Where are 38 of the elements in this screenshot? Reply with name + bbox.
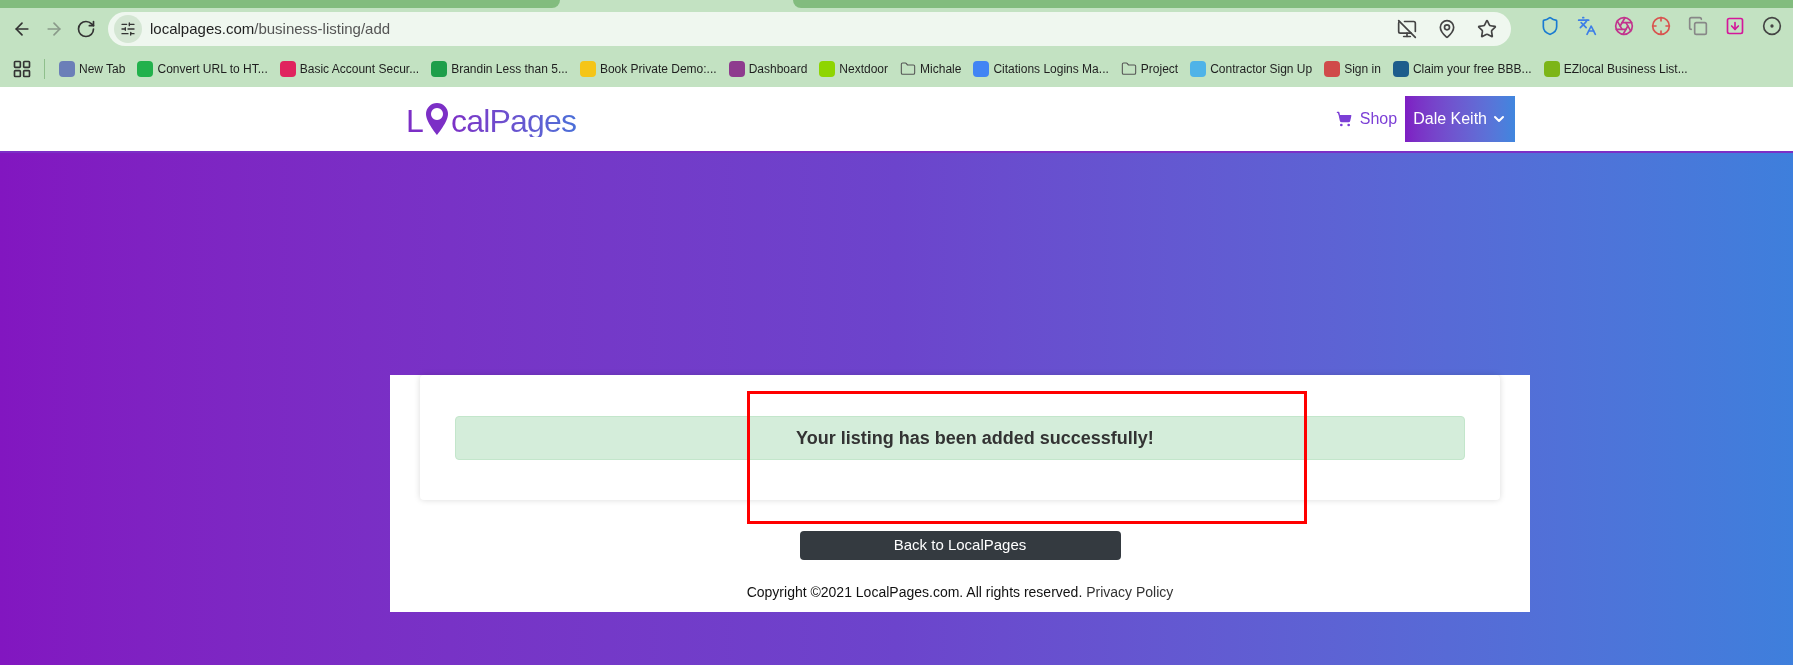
crosshair-icon[interactable] [1651,16,1671,36]
map-pin-icon [424,101,450,137]
bookmark-star-icon[interactable] [1477,19,1497,39]
bookmark-item[interactable]: Brandin Less than 5... [425,54,574,83]
bookmark-item[interactable]: Convert URL to HT... [131,54,274,83]
bookmark-item[interactable]: Michale [894,54,968,83]
bookmark-item[interactable]: Contractor Sign Up [1184,54,1319,83]
bookmark-item[interactable]: Dashboard [722,54,814,83]
bookmark-item[interactable]: New Tab [53,54,132,83]
bookmark-item[interactable]: Book Private Demo:... [573,54,723,83]
download-icon[interactable] [1725,16,1745,36]
bookmark-item[interactable]: Sign in [1318,54,1387,83]
reload-icon[interactable] [76,19,96,39]
privacy-policy-link[interactable]: Privacy Policy [1086,584,1174,600]
site-info-icon[interactable] [114,15,142,43]
folder-icon [1120,60,1137,77]
bookmark-item[interactable]: Project [1114,54,1185,83]
bookmark-item[interactable]: Nextdoor [813,54,895,83]
folder-icon [900,60,917,77]
cast-off-icon[interactable] [1397,19,1417,39]
location-icon[interactable] [1437,19,1457,39]
shield-icon[interactable] [1540,16,1560,36]
extension-icon[interactable] [1762,16,1782,36]
bookmark-item[interactable]: EZlocal Business List... [1537,54,1694,83]
bookmark-item[interactable]: Citations Logins Ma... [967,54,1115,83]
shop-link[interactable]: Shop [1335,107,1398,131]
cart-icon [1335,111,1352,127]
user-menu-button[interactable]: Dale Keith [1405,96,1515,142]
back-button[interactable]: Back to LocalPages [799,531,1121,560]
address-bar[interactable]: localpages.com/business-listing/add [108,12,1511,46]
camera-icon[interactable] [1614,16,1634,36]
copyright-text: Copyright ©2021 LocalPages.com. All rights reserved. Privacy Policy [746,583,1174,602]
copy-icon[interactable] [1688,16,1708,36]
bookmark-item[interactable]: Claim your free BBB... [1386,54,1538,83]
translate-icon[interactable] [1577,16,1597,36]
success-alert: Your listing has been added successfully! [455,416,1465,460]
apps-icon[interactable] [12,58,32,79]
bookmark-item[interactable]: Basic Account Secur... [273,54,426,83]
